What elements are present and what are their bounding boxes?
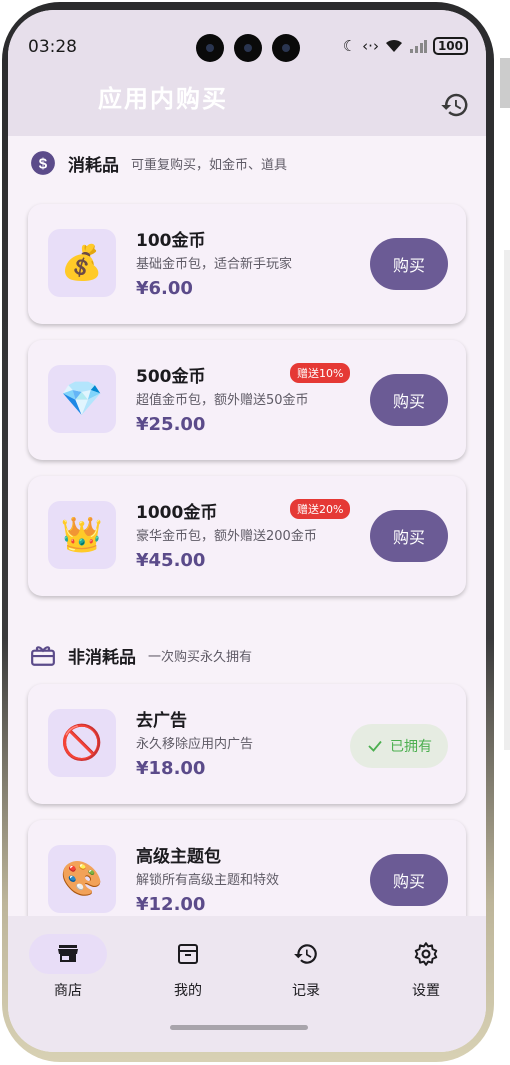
product-price: ¥18.00 <box>136 758 206 779</box>
check-icon <box>368 740 382 752</box>
product-name: 高级主题包 <box>136 847 221 867</box>
section-title: 消耗品 <box>68 155 119 176</box>
dollar-icon: $ <box>31 151 55 175</box>
nav-item-mine[interactable]: 我的 <box>148 934 228 1000</box>
camera-icon <box>196 34 224 62</box>
screen: 03:28 ☾ ‹·› 100 应用内购买 $ 消耗品 可重复购买，如金币、道具 <box>8 10 486 1052</box>
history-icon <box>294 944 317 964</box>
palette-icon: 🎨 <box>48 845 116 913</box>
product-name: 100金币 <box>136 231 206 251</box>
nav-pill <box>149 934 227 974</box>
battery-icon: 100 <box>432 37 468 55</box>
app-bar: 应用内购买 <box>8 82 486 136</box>
product-description: 豪华金币包，额外赠送200金币 <box>136 529 317 544</box>
bottom-navigation: 商店 我的 记录 设置 <box>8 916 486 1052</box>
status-icons: ☾ ‹·› 100 <box>343 37 468 55</box>
product-description: 基础金币包，适合新手玩家 <box>136 257 293 272</box>
product-card-premium-theme: 🎨 高级主题包 解锁所有高级主题和特效 ¥12.00 购买 <box>28 820 466 916</box>
settings-icon <box>414 942 438 966</box>
bonus-badge: 赠送20% <box>290 499 351 519</box>
store-icon <box>58 945 78 962</box>
buy-button[interactable]: 购买 <box>370 238 448 290</box>
section-title: 非消耗品 <box>68 647 136 668</box>
nav-label: 我的 <box>174 983 202 999</box>
gem-icon: 💎 <box>48 365 116 433</box>
product-description: 永久移除应用内广告 <box>136 737 254 752</box>
section-subtitle: 一次购买永久拥有 <box>148 649 253 665</box>
section-header-consumable: $ 消耗品 可重复购买，如金币、道具 <box>30 148 287 178</box>
nav-pill <box>387 934 465 974</box>
camera-icon <box>272 34 300 62</box>
page-title: 应用内购买 <box>98 85 228 113</box>
gift-icon <box>31 646 55 666</box>
owned-status: 已拥有 <box>350 724 448 768</box>
status-time: 03:28 <box>28 37 77 57</box>
crown-icon: 👑 <box>48 501 116 569</box>
nfc-icon: ‹·› <box>362 37 379 55</box>
product-description: 解锁所有高级主题和特效 <box>136 873 280 888</box>
status-bar: 03:28 ☾ ‹·› 100 <box>8 10 486 82</box>
section-subtitle: 可重复购买，如金币、道具 <box>131 157 288 173</box>
moon-icon: ☾ <box>342 37 357 55</box>
wifi-icon <box>385 39 402 52</box>
product-price: ¥12.00 <box>136 894 206 915</box>
money-bag-icon: 💰 <box>48 229 116 297</box>
side-strip <box>500 58 510 108</box>
nav-pill <box>267 934 345 974</box>
bonus-badge: 赠送10% <box>290 363 351 383</box>
product-card-1000-coins: 👑 1000金币 赠送20% 豪华金币包，额外赠送200金币 ¥45.00 购买 <box>28 476 466 596</box>
buy-button[interactable]: 购买 <box>370 374 448 426</box>
nav-label: 记录 <box>292 983 320 999</box>
product-name: 去广告 <box>136 711 187 731</box>
home-indicator[interactable] <box>170 1025 308 1030</box>
buy-button[interactable]: 购买 <box>370 854 448 906</box>
product-description: 超值金币包，额外赠送50金币 <box>136 393 309 408</box>
nav-label: 商店 <box>54 983 82 999</box>
inventory-icon <box>178 944 198 964</box>
svg-text:$: $ <box>39 155 48 172</box>
camera-icon <box>234 34 262 62</box>
product-name: 500金币 <box>136 367 206 387</box>
product-list: $ 消耗品 可重复购买，如金币、道具 💰 100金币 基础金币包，适合新手玩家 … <box>8 136 486 916</box>
product-price: ¥25.00 <box>136 414 206 435</box>
product-price: ¥45.00 <box>136 550 206 571</box>
nav-label: 设置 <box>412 983 440 999</box>
owned-label: 已拥有 <box>390 739 432 755</box>
product-name: 1000金币 <box>136 503 218 523</box>
nav-item-history[interactable]: 记录 <box>266 934 346 1000</box>
nav-item-settings[interactable]: 设置 <box>386 934 466 1000</box>
section-header-nonconsumable: 非消耗品 一次购买永久拥有 <box>30 640 252 670</box>
nav-item-store[interactable]: 商店 <box>28 934 108 1000</box>
side-strip-2 <box>504 250 510 750</box>
history-icon[interactable] <box>440 90 470 120</box>
product-card-500-coins: 💎 500金币 赠送10% 超值金币包，额外赠送50金币 ¥25.00 购买 <box>28 340 466 460</box>
product-card-100-coins: 💰 100金币 基础金币包，适合新手玩家 ¥6.00 购买 <box>28 204 466 324</box>
nav-pill <box>29 934 107 974</box>
product-price: ¥6.00 <box>136 278 193 299</box>
no-entry-icon: 🚫 <box>48 709 116 777</box>
signal-icon <box>409 40 427 53</box>
product-card-remove-ads: 🚫 去广告 永久移除应用内广告 ¥18.00 已拥有 <box>28 684 466 804</box>
buy-button[interactable]: 购买 <box>370 510 448 562</box>
